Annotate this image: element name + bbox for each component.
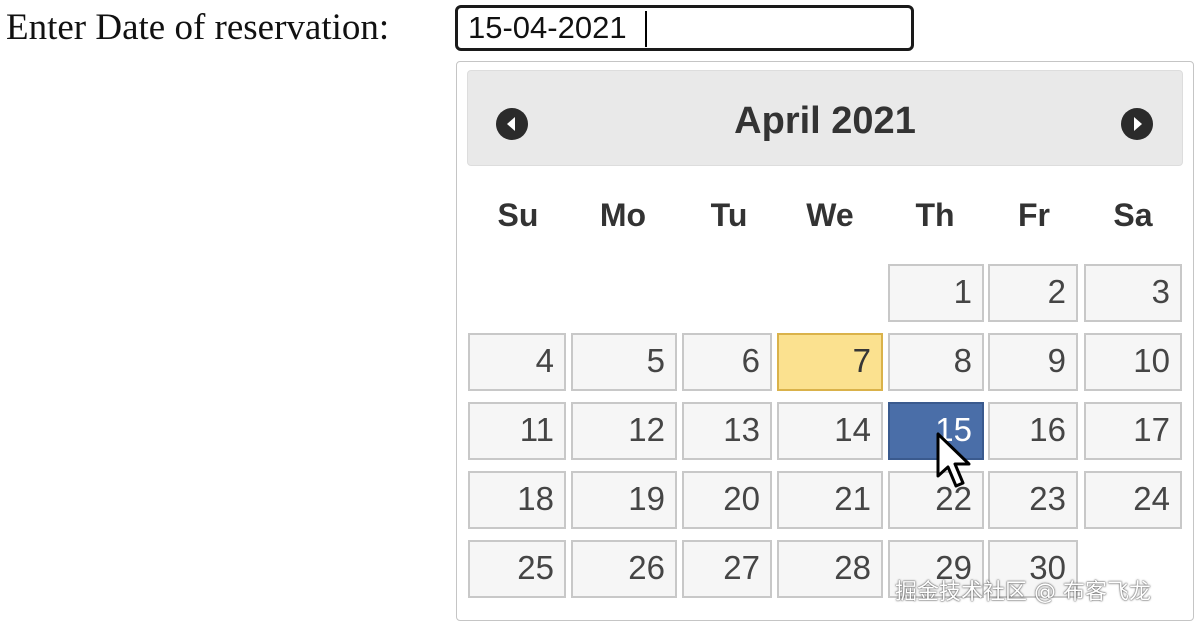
weekday-tu: Tu [710,197,748,233]
weekday-we: We [806,197,854,233]
date-label: Enter Date of reservation: [6,7,390,48]
day-cell[interactable]: 18 [468,471,566,529]
day-cell[interactable]: 19 [571,471,677,529]
day-cell[interactable]: 4 [468,333,566,391]
day-cell[interactable]: 16 [988,402,1078,460]
day-cell-selected[interactable]: 15 [888,402,984,460]
day-cell[interactable]: 20 [682,471,772,529]
next-month-button[interactable] [1121,108,1153,140]
weekday-sa: Sa [1113,197,1153,233]
day-cell[interactable]: 21 [777,471,883,529]
day-cell[interactable]: 8 [888,333,984,391]
day-cell[interactable]: 25 [468,540,566,598]
day-cell[interactable]: 28 [777,540,883,598]
weekday-su: Su [497,197,539,233]
month-year-title: April 2021 [734,100,916,142]
day-cell[interactable]: 14 [777,402,883,460]
weekday-fr: Fr [1018,197,1050,233]
day-cell[interactable]: 6 [682,333,772,391]
circle-triangle-right-icon [1134,117,1142,131]
datepicker-header: April 2021 [467,70,1183,166]
day-cell[interactable]: 1 [888,264,984,322]
day-cell[interactable]: 5 [571,333,677,391]
day-cell[interactable]: 12 [571,402,677,460]
day-cell[interactable]: 9 [988,333,1078,391]
day-cell[interactable]: 23 [988,471,1078,529]
text-caret [645,11,647,47]
reservation-page: Enter Date of reservation: April 2021 Su… [0,0,1200,627]
day-cell[interactable]: 2 [988,264,1078,322]
day-cell-today[interactable]: 7 [777,333,883,391]
weekday-mo: Mo [599,197,647,233]
day-cell[interactable]: 17 [1084,402,1182,460]
day-cell[interactable]: 13 [682,402,772,460]
day-cell[interactable]: 3 [1084,264,1182,322]
reservation-date-input[interactable] [455,5,914,51]
weekday-th: Th [915,197,955,233]
day-cell[interactable]: 27 [682,540,772,598]
day-cell[interactable]: 10 [1084,333,1182,391]
watermark-text: 掘金技术社区 @ 布客飞龙 [895,580,1151,605]
weekday-header-row: Su Mo Tu We Th Fr Sa [457,192,1193,242]
day-cell[interactable]: 22 [888,471,984,529]
day-cell[interactable]: 11 [468,402,566,460]
day-cell[interactable]: 24 [1084,471,1182,529]
day-cell[interactable]: 26 [571,540,677,598]
